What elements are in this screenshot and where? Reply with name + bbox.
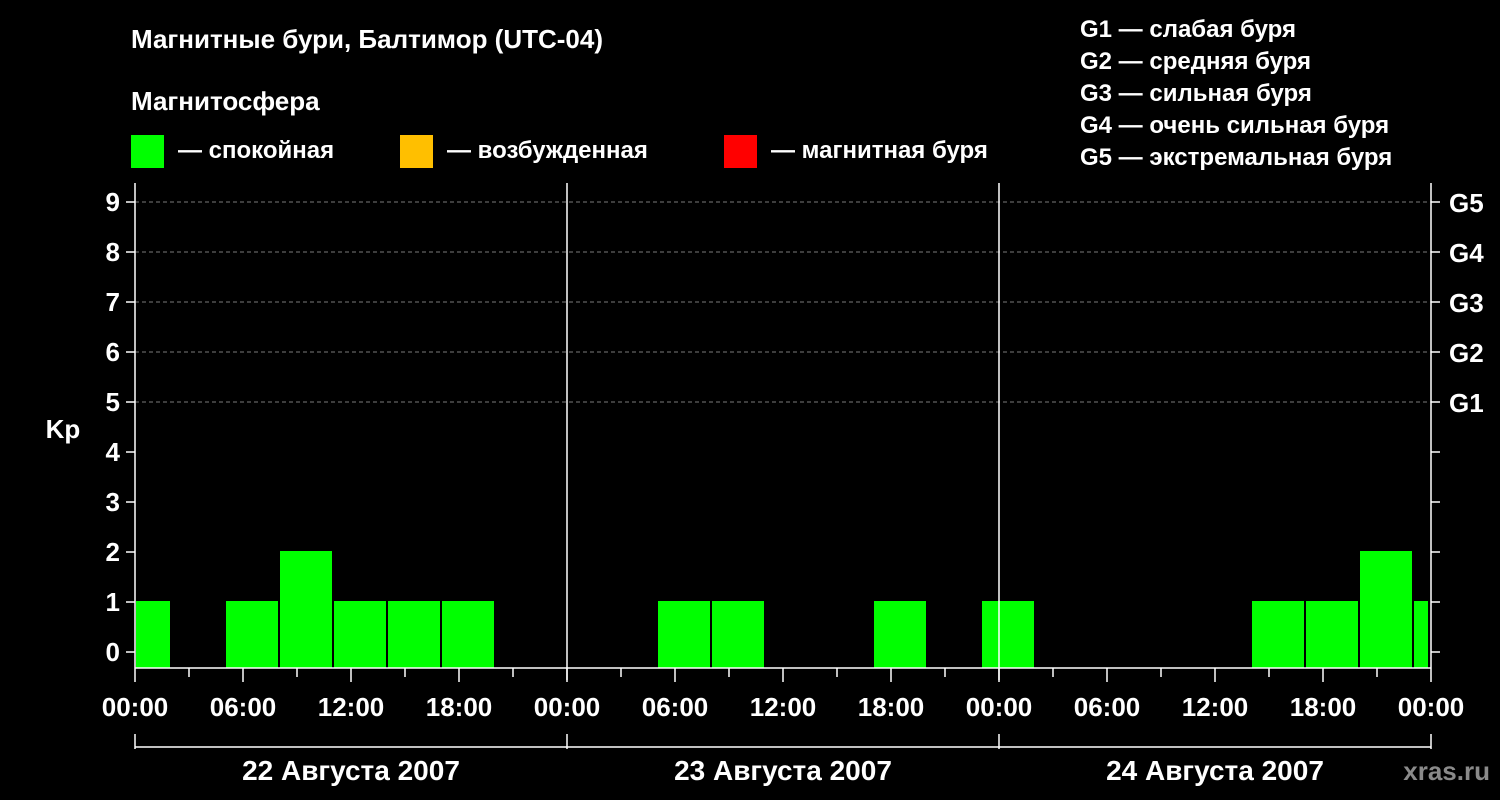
storm-scale-g5: G5 — экстремальная буря xyxy=(1080,144,1392,171)
legend-swatch-excited xyxy=(400,135,433,168)
x-tick-label: 12:00 xyxy=(1182,692,1249,722)
y-tick-label: 9 xyxy=(106,187,120,217)
y-tick-label: 5 xyxy=(106,387,120,417)
grid-layer xyxy=(135,201,1431,403)
x-tick-label: 18:00 xyxy=(858,692,925,722)
y-tick-label: 2 xyxy=(106,537,120,567)
g-scale-label: G5 xyxy=(1449,188,1484,218)
axis-layer: 0 1 2 3 4 5 6 7 8 9 G1 G2 G3 G4 G5 00:00 06:00 12:00 18:00… xyxy=(102,183,1484,786)
y-tick-label: 8 xyxy=(106,237,120,267)
x-tick-label: 06:00 xyxy=(210,692,277,722)
kp-bar xyxy=(1360,551,1412,668)
y-tick-label: 3 xyxy=(106,487,120,517)
day-label: 23 Августа 2007 xyxy=(674,755,892,786)
x-tick-label: 00:00 xyxy=(534,692,601,722)
x-tick-label: 18:00 xyxy=(426,692,493,722)
g-scale-label: G2 xyxy=(1449,338,1484,368)
kp-bar xyxy=(136,601,170,668)
kp-bar xyxy=(334,601,386,668)
legend-swatch-storm xyxy=(724,135,757,168)
x-tick-label: 06:00 xyxy=(642,692,709,722)
y-tick-label: 0 xyxy=(106,637,120,667)
x-tick-label: 12:00 xyxy=(318,692,385,722)
x-tick-label: 00:00 xyxy=(966,692,1033,722)
kp-bar xyxy=(226,601,278,668)
x-tick-label: 18:00 xyxy=(1290,692,1357,722)
storm-scale-g4: G4 — очень сильная буря xyxy=(1080,112,1389,139)
g-scale-label: G4 xyxy=(1449,238,1484,268)
x-tick-label: 06:00 xyxy=(1074,692,1141,722)
legend-label-storm: — магнитная буря xyxy=(771,137,988,164)
y-tick-label: 6 xyxy=(106,337,120,367)
y-tick-label: 1 xyxy=(106,587,120,617)
kp-bar xyxy=(1414,601,1428,668)
bar-layer xyxy=(136,551,1428,668)
kp-bar xyxy=(712,601,764,668)
storm-scale-g1: G1 — слабая буря xyxy=(1080,16,1296,43)
legend-swatch-quiet xyxy=(131,135,164,168)
x-tick-label: 00:00 xyxy=(102,692,169,722)
kp-bar xyxy=(982,601,1034,668)
kp-bar xyxy=(388,601,440,668)
legend-label-excited: — возбужденная xyxy=(447,137,648,164)
kp-bar xyxy=(280,551,332,668)
storm-scale-g3: G3 — сильная буря xyxy=(1080,80,1312,107)
storm-scale-g2: G2 — средняя буря xyxy=(1080,48,1311,75)
kp-bar xyxy=(1306,601,1358,668)
kp-bar xyxy=(658,601,710,668)
kp-bar xyxy=(874,601,926,668)
x-tick-label: 00:00 xyxy=(1398,692,1465,722)
legend-label-quiet: — спокойная xyxy=(178,137,334,164)
x-tick-label: 12:00 xyxy=(750,692,817,722)
kp-bar xyxy=(1252,601,1304,668)
y-axis-label: Kp xyxy=(46,414,81,444)
y-tick-label: 4 xyxy=(106,437,121,467)
g-scale-label: G1 xyxy=(1449,388,1484,418)
chart-subtitle: Магнитосфера xyxy=(131,86,320,116)
y-tick-label: 7 xyxy=(106,287,120,317)
day-label: 24 Августа 2007 xyxy=(1106,755,1324,786)
watermark: xras.ru xyxy=(1403,756,1490,786)
kp-bar xyxy=(442,601,494,668)
g-scale-label: G3 xyxy=(1449,288,1484,318)
day-label: 22 Августа 2007 xyxy=(242,755,460,786)
kp-chart: Магнитные бури, Балтимор (UTC-04) Магнит… xyxy=(46,16,1490,786)
chart-title: Магнитные бури, Балтимор (UTC-04) xyxy=(131,24,603,54)
